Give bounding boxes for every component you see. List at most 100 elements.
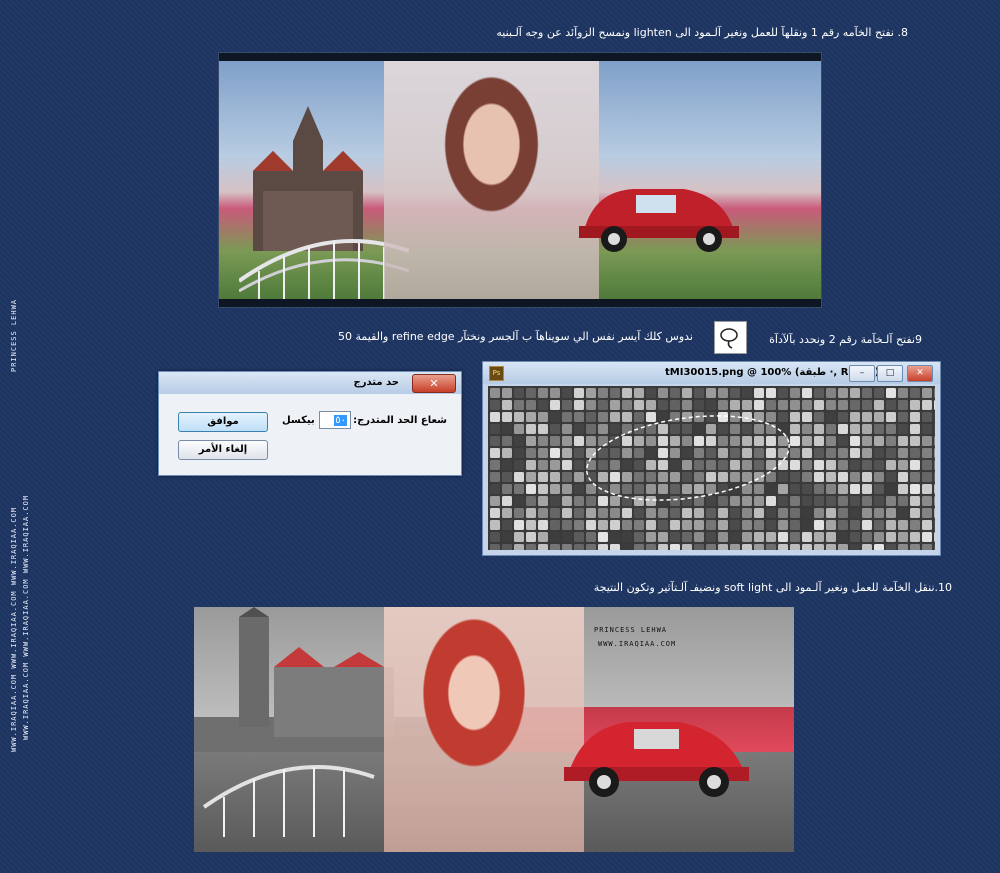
mosaic-tile [934, 520, 935, 530]
mosaic-tile [754, 424, 764, 434]
mosaic-tile [658, 520, 668, 530]
ps-canvas[interactable] [488, 386, 935, 550]
mosaic-tile [742, 400, 752, 410]
mosaic-tile [682, 424, 692, 434]
mosaic-tile [622, 472, 632, 482]
mosaic-tile [910, 544, 920, 550]
dialog-titlebar: حد متدرج ✕ [159, 372, 461, 394]
mosaic-tile [670, 544, 680, 550]
mosaic-tile [670, 388, 680, 398]
mosaic-tile [562, 484, 572, 494]
mosaic-tile [910, 532, 920, 542]
mosaic-tile [826, 472, 836, 482]
mosaic-tile [730, 400, 740, 410]
mosaic-tile [586, 424, 596, 434]
mosaic-tile [754, 532, 764, 542]
close-icon[interactable]: ✕ [907, 365, 933, 382]
mosaic-tile [490, 532, 500, 542]
mosaic-tile [934, 508, 935, 518]
mosaic-tile [766, 532, 776, 542]
mosaic-tile [934, 484, 935, 494]
mosaic-tile [706, 412, 716, 422]
mosaic-tile [550, 412, 560, 422]
mosaic-tile [682, 400, 692, 410]
unit-label: بيكسل [282, 415, 315, 426]
mosaic-tile [790, 448, 800, 458]
mosaic-tile [802, 460, 812, 470]
mosaic-tile [826, 436, 836, 446]
mosaic-tile [574, 424, 584, 434]
mosaic-tile [754, 400, 764, 410]
ok-button[interactable]: موافق [178, 412, 268, 432]
mosaic-tile [538, 520, 548, 530]
mosaic-tile [502, 424, 512, 434]
mosaic-tile [634, 460, 644, 470]
feather-radius-input[interactable]: ٥٠ [319, 411, 351, 429]
mosaic-tile [706, 532, 716, 542]
mosaic-tile [526, 388, 536, 398]
mosaic-tile [778, 388, 788, 398]
mosaic-tile [898, 400, 908, 410]
mosaic-tile [574, 508, 584, 518]
mosaic-tile [922, 388, 932, 398]
mosaic-tile [766, 424, 776, 434]
mosaic-tile [730, 520, 740, 530]
mosaic-tile [490, 508, 500, 518]
cancel-button[interactable]: إلغاء الأمر [178, 440, 268, 460]
mosaic-tile [658, 532, 668, 542]
mosaic-tile [634, 472, 644, 482]
mosaic-tile [646, 532, 656, 542]
mosaic-tile [562, 532, 572, 542]
mosaic-tile [838, 496, 848, 506]
mosaic-tile [526, 544, 536, 550]
mosaic-tile [538, 412, 548, 422]
lasso-tool-icon [714, 321, 747, 354]
mosaic-tile [862, 436, 872, 446]
mosaic-tile [646, 484, 656, 494]
mosaic-tile [874, 400, 884, 410]
mosaic-tile [694, 448, 704, 458]
mosaic-tile [694, 508, 704, 518]
mosaic-tile [490, 520, 500, 530]
mosaic-tile [562, 424, 572, 434]
mosaic-tile [586, 400, 596, 410]
mosaic-tile [622, 388, 632, 398]
restore-icon[interactable]: □ [877, 365, 903, 382]
mosaic-tile [922, 448, 932, 458]
mosaic-tile [934, 544, 935, 550]
mosaic-tile [922, 460, 932, 470]
mosaic-tile [634, 544, 644, 550]
mosaic-tile [634, 436, 644, 446]
mosaic-tile [634, 496, 644, 506]
mosaic-tile [790, 460, 800, 470]
mosaic-tile [886, 400, 896, 410]
mosaic-tile [934, 412, 935, 422]
mosaic-tile [670, 508, 680, 518]
mosaic-tile [562, 520, 572, 530]
mosaic-tile [526, 412, 536, 422]
mosaic-tile [514, 544, 524, 550]
mosaic-tile [814, 472, 824, 482]
mosaic-tile [586, 544, 596, 550]
mosaic-tile [538, 496, 548, 506]
mosaic-tile [514, 412, 524, 422]
mosaic-tile [514, 388, 524, 398]
mosaic-tile [682, 448, 692, 458]
mosaic-tile [874, 520, 884, 530]
mosaic-tile [502, 388, 512, 398]
mosaic-tile [718, 484, 728, 494]
mosaic-tile [898, 448, 908, 458]
mosaic-tile [514, 508, 524, 518]
mosaic-tile [814, 436, 824, 446]
close-icon[interactable]: ✕ [412, 374, 456, 393]
mosaic-tile [910, 412, 920, 422]
mosaic-tile [586, 436, 596, 446]
mosaic-tile [802, 388, 812, 398]
minimize-icon[interactable]: – [849, 365, 875, 382]
mosaic-tile [670, 436, 680, 446]
mosaic-tile [694, 460, 704, 470]
mosaic-tile [562, 400, 572, 410]
watermark-name: PRINCESS LEHWA [594, 626, 668, 634]
mosaic-tile [670, 496, 680, 506]
mosaic-tile [814, 520, 824, 530]
